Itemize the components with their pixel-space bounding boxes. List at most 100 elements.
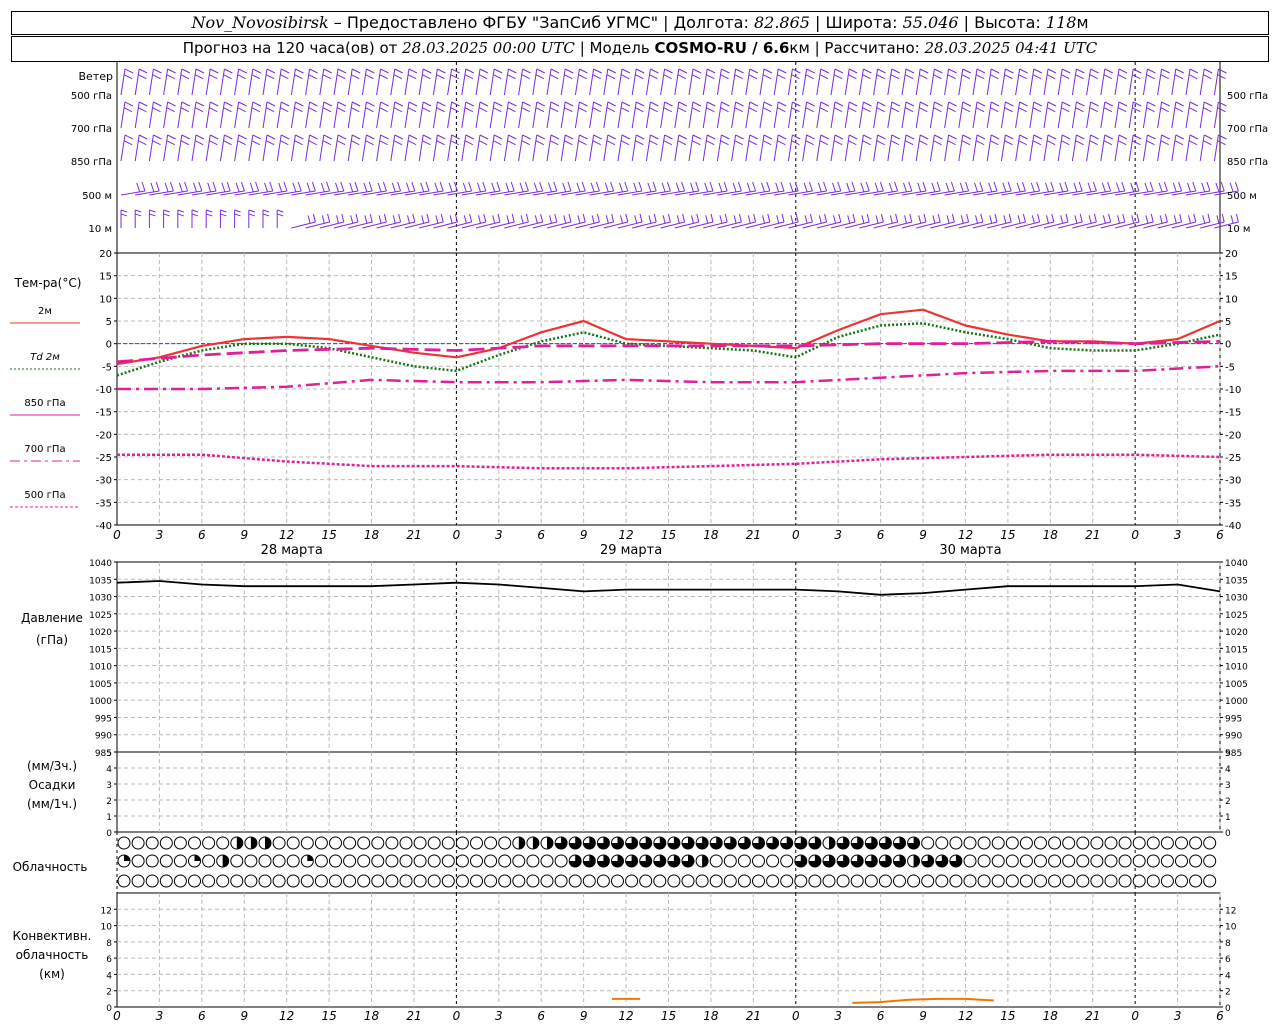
wind-barb-feather bbox=[976, 101, 986, 107]
wind-barb-feather bbox=[479, 68, 489, 74]
wind-barb-feather bbox=[249, 182, 254, 193]
wind-barb-feather bbox=[961, 107, 971, 113]
wind-barb-feather bbox=[653, 213, 657, 223]
cloud-symbol bbox=[667, 874, 681, 888]
wind-barb-feather bbox=[378, 215, 382, 224]
wind-barb-staff bbox=[518, 68, 524, 96]
wind-barb-feather bbox=[280, 101, 290, 107]
pressure-tick-label: 1025 bbox=[89, 611, 112, 621]
wind-barb-feather bbox=[734, 74, 743, 80]
wind-barb-feather bbox=[803, 182, 808, 193]
wind-barb-feather bbox=[269, 181, 274, 192]
wind-barb-feather bbox=[295, 134, 304, 140]
wind-barb-feather bbox=[534, 215, 538, 224]
x-tick-label: 3 bbox=[156, 528, 164, 542]
wind-barb-staff bbox=[546, 68, 552, 96]
wind-barb bbox=[475, 68, 489, 96]
wind-barb bbox=[589, 68, 602, 96]
wind-barb-feather bbox=[752, 181, 757, 192]
conv-tick-label: 8 bbox=[106, 939, 112, 949]
wind-barb-feather bbox=[1216, 215, 1220, 224]
cloud-symbol bbox=[230, 874, 244, 888]
wind-barb-staff bbox=[390, 221, 415, 229]
wind-barb-feather bbox=[336, 215, 340, 224]
wind-barb-staff bbox=[361, 101, 367, 129]
wind-barb-feather bbox=[620, 215, 624, 224]
wind-barb-feather bbox=[923, 213, 927, 223]
cloud-symbol bbox=[1203, 836, 1217, 850]
wind-barb-feather bbox=[379, 140, 388, 146]
wind-barb-staff bbox=[447, 221, 472, 229]
cloud-symbol bbox=[484, 836, 498, 850]
wind-barb-staff bbox=[859, 221, 884, 229]
wind-barb-staff bbox=[503, 101, 509, 129]
wind-barb-feather bbox=[919, 107, 928, 113]
wind-barb-feather bbox=[323, 134, 333, 140]
wind-barb-feather bbox=[482, 181, 487, 192]
wind-barb-staff bbox=[674, 221, 699, 229]
meteogram: 20 2015 1510 105 50 0-5 -5-10 -10-15 -15-20 -20-2… bbox=[10, 62, 1268, 1023]
wind-barb-staff bbox=[319, 221, 344, 229]
pressure-tick-label: 1040 bbox=[1225, 559, 1248, 569]
wind-barb-feather bbox=[790, 215, 794, 224]
wind-barb-staff bbox=[262, 101, 268, 129]
wind-barb-feather bbox=[337, 134, 347, 140]
wind-barb-feather bbox=[579, 68, 588, 74]
wind-barb-feather bbox=[451, 134, 460, 140]
cloud-symbol bbox=[582, 874, 596, 888]
wind-barb-staff bbox=[774, 221, 799, 229]
wind-barb-feather bbox=[393, 140, 403, 146]
wind-barb-feather bbox=[975, 107, 985, 113]
wind-barb-staff bbox=[1100, 68, 1106, 96]
wind-barb-staff bbox=[1015, 221, 1040, 229]
legend-label: 500 гПа bbox=[24, 490, 65, 501]
wind-barb-staff bbox=[461, 101, 467, 129]
cloud-symbol bbox=[413, 854, 427, 868]
wind-barb-feather bbox=[283, 181, 288, 192]
cloud-symbol bbox=[1203, 854, 1217, 868]
wind-barb bbox=[915, 68, 929, 96]
wind-barb bbox=[390, 101, 404, 129]
wind-barb-feather bbox=[152, 140, 161, 146]
wind-barb-feather bbox=[379, 74, 388, 80]
wind-barb-feather bbox=[326, 181, 331, 192]
wind-barb-staff bbox=[1213, 134, 1219, 162]
wind-barb bbox=[1185, 101, 1199, 129]
wind-barb-staff bbox=[773, 134, 779, 162]
cloud-symbol bbox=[723, 854, 737, 868]
wind-barb-feather bbox=[280, 68, 290, 74]
cloud-symbol-fill bbox=[124, 855, 130, 861]
temp-tick-label: -25 bbox=[96, 453, 112, 464]
wind-barb bbox=[972, 68, 986, 96]
wind-barb-feather bbox=[521, 140, 530, 146]
wind-barb-feather bbox=[124, 134, 134, 140]
wind-barb-feather bbox=[221, 182, 226, 193]
wind-barb-staff bbox=[787, 101, 793, 129]
wind-barb bbox=[333, 101, 347, 129]
wind-barb-feather bbox=[493, 140, 502, 146]
wind-barb-feather bbox=[449, 215, 453, 224]
wind-barb-feather bbox=[195, 68, 205, 74]
wind-barb-feather bbox=[322, 107, 332, 113]
wind-barb bbox=[276, 68, 290, 96]
wind-barb-staff bbox=[1086, 221, 1111, 229]
wind-barb-feather bbox=[890, 140, 900, 146]
wind-barb-feather bbox=[1174, 140, 1184, 146]
wind-barb bbox=[376, 68, 389, 96]
wind-barb-feather bbox=[847, 215, 851, 224]
wind-barb-staff bbox=[660, 134, 666, 162]
wind-barb-staff bbox=[1000, 101, 1006, 129]
wind-barb-feather bbox=[193, 182, 197, 193]
wind-barb bbox=[915, 134, 929, 162]
wind-barb-feather bbox=[649, 107, 658, 113]
wind-barb-feather bbox=[496, 181, 501, 192]
precip-axis-label: (мм/3ч.) bbox=[27, 759, 77, 773]
wind-barb-staff bbox=[404, 101, 410, 129]
wind-barb-feather bbox=[733, 215, 737, 224]
wind-barb-staff bbox=[972, 68, 978, 96]
wind-barb-staff bbox=[404, 134, 410, 162]
cloud-symbol bbox=[1076, 836, 1090, 850]
temp-tick-label: 10 bbox=[1225, 294, 1238, 305]
cloud-symbol bbox=[484, 874, 498, 888]
wind-barb-feather bbox=[138, 140, 147, 146]
